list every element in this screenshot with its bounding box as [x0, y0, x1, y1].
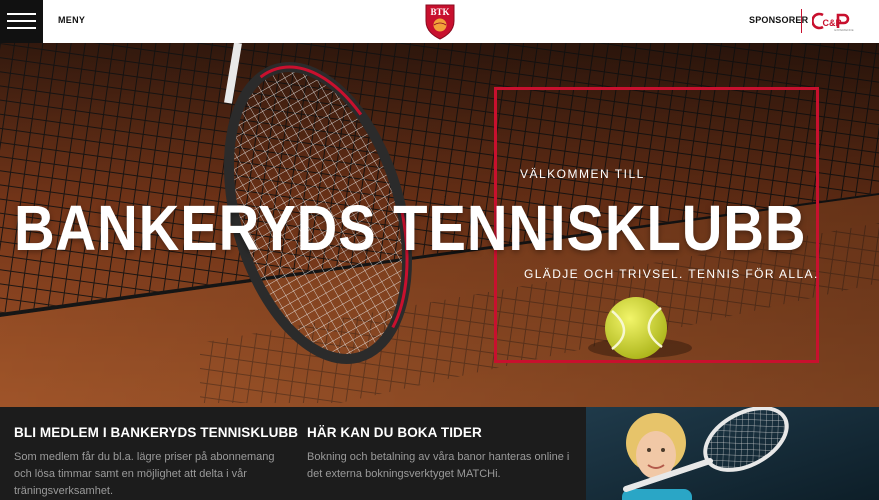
- hero-tagline: GLÄDJE OCH TRIVSEL. TENNIS FÖR ALLA.: [524, 267, 819, 281]
- hero-banner: VÄLKOMMEN TILL BANKERYDS TENNISKLUBB GLÄ…: [0, 43, 879, 407]
- menu-bar-icon: [7, 27, 36, 29]
- sponsor-divider: [801, 9, 802, 33]
- membership-card-title[interactable]: BLI MEDLEM I BANKERYDS TENNISKLUBB: [14, 425, 298, 440]
- club-logo-icon[interactable]: BTK: [424, 3, 456, 40]
- membership-card[interactable]: BLI MEDLEM I BANKERYDS TENNISKLUBB Som m…: [14, 425, 298, 500]
- booking-card[interactable]: HÄR KAN DU BOKA TIDER Bokning och betaln…: [307, 425, 582, 483]
- menu-bar-icon: [7, 13, 36, 15]
- membership-card-text: Som medlem får du bl.a. lägre priser på …: [14, 451, 275, 497]
- sponsor-logo-subtext: EXPERIENCE: [834, 28, 853, 32]
- hero-kicker: VÄLKOMMEN TILL: [520, 167, 645, 181]
- hero-title: BANKERYDS TENNISKLUBB: [14, 192, 807, 264]
- booking-card-text: Bokning och betalning av våra banor hant…: [307, 451, 570, 480]
- sponsor-logo-text: C&P: [822, 18, 841, 28]
- logo-text: BTK: [430, 7, 449, 17]
- booking-card-title[interactable]: HÄR KAN DU BOKA TIDER: [307, 425, 582, 440]
- menu-bar-icon: [7, 20, 36, 22]
- top-navigation-bar: MENY BTK SPONSORER C&P EXPERIENCE: [0, 0, 879, 43]
- sponsors-link[interactable]: SPONSORER: [749, 15, 808, 25]
- info-section: BLI MEDLEM I BANKERYDS TENNISKLUBB Som m…: [0, 407, 879, 500]
- menu-label[interactable]: MENY: [58, 15, 85, 25]
- sponsor-logo-icon[interactable]: C&P EXPERIENCE: [812, 12, 864, 32]
- junior-player-photo: [586, 407, 879, 500]
- hamburger-menu-button[interactable]: [0, 0, 43, 43]
